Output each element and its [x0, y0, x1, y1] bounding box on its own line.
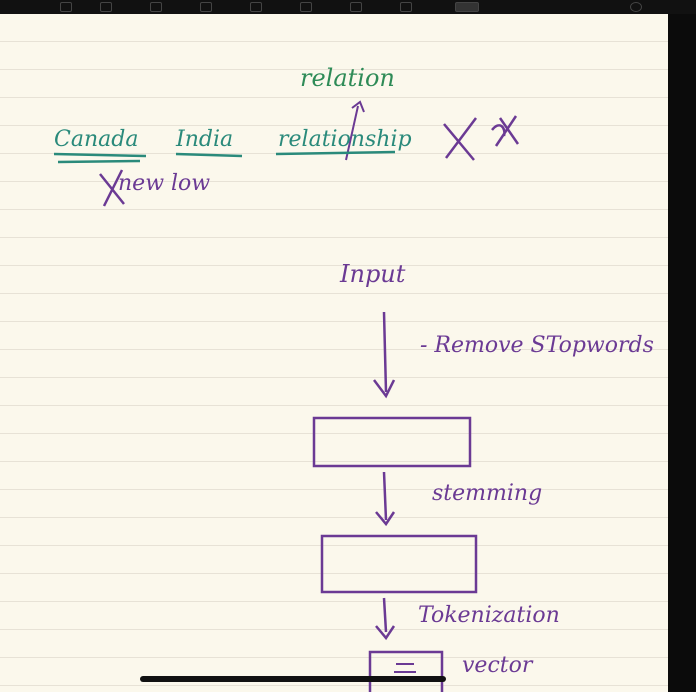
home-indicator[interactable] [140, 676, 446, 682]
correction-word: relation [300, 64, 395, 92]
flow-input-label: Input [339, 260, 406, 288]
arrow-3 [375, 597, 396, 641]
underline-india [175, 152, 243, 158]
flow-step-remove-stopwords: - Remove STopwords [420, 333, 654, 358]
flow-box-1 [312, 416, 472, 468]
underline-canada [53, 152, 147, 164]
flow-step-vector: vector [462, 653, 534, 678]
arrow-2 [375, 471, 396, 527]
box-marks [394, 663, 416, 673]
word-relationship: relationship [278, 127, 412, 152]
arrow-1 [373, 311, 396, 399]
handwriting-canvas: relation Canada India relationship new l… [53, 64, 654, 692]
word-canada: Canada [54, 127, 138, 152]
flow-step-stemming: stemming [432, 481, 542, 506]
underline-relationship [275, 150, 396, 156]
flow-box-2 [320, 534, 478, 594]
word-india: India [175, 127, 233, 152]
second-line-text: new low [118, 171, 210, 196]
flow-step-tokenization: Tokenization [418, 603, 560, 628]
